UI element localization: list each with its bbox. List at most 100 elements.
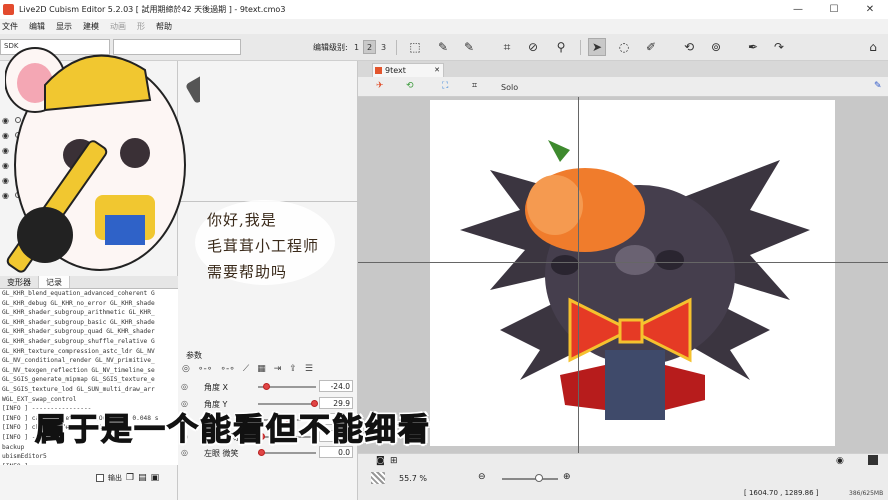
- toolbar-separator: [396, 40, 397, 55]
- legs-shape: [605, 350, 665, 420]
- param-key-icon[interactable]: ◎: [181, 382, 188, 391]
- params-toolbar: ◎ ∘-∘ ∘-∘ ⟋ ▦ ⇥ ⇪ ☰: [180, 362, 356, 376]
- capture-icon[interactable]: ⊞: [390, 456, 398, 466]
- lasso-icon[interactable]: ◌: [615, 38, 633, 56]
- log-line: GL_SGIS_generate_mipmap GL_SGIS_texture_…: [2, 376, 155, 384]
- minimize-button[interactable]: —: [780, 0, 816, 19]
- video-subtitle: 属于是一个能看但不能细看: [34, 411, 431, 448]
- log-line: GL_KHR_blend_equation_advanced_coherent …: [2, 290, 155, 297]
- save-icon[interactable]: ▤: [138, 473, 147, 483]
- edit-level-label: 编辑级别:: [313, 43, 348, 52]
- param-loop-icon[interactable]: ◎: [182, 364, 190, 374]
- param-export-icon[interactable]: ⇪: [289, 364, 297, 374]
- param-keys-icon[interactable]: ∘-∘: [198, 364, 213, 374]
- param-slider-knob[interactable]: [258, 449, 265, 456]
- edit-level-3-button[interactable]: 3: [377, 40, 390, 54]
- log-line: GL_KHR_shader_subgroup_basic GL_KHR_shad…: [2, 318, 155, 326]
- window-controls: — ☐ ✕: [780, 0, 888, 19]
- display-mode-icon[interactable]: ◉: [836, 456, 844, 466]
- view-move-icon[interactable]: ✈: [376, 81, 384, 91]
- title-bar: Live2D Cubism Editor 5.2.03 [ 試用期締於42 天後…: [0, 0, 888, 19]
- mesh-edit-icon[interactable]: ⚲: [552, 38, 570, 56]
- log-line: GL_NV_texgen_reflection GL_NV_timeline_s…: [2, 366, 155, 374]
- viewport-tab[interactable]: 9text ✕: [372, 63, 444, 77]
- log-line: ubismEditor5: [2, 453, 47, 461]
- view-grid-icon[interactable]: ⌗: [472, 81, 477, 91]
- rotate-icon[interactable]: ⟲: [680, 38, 698, 56]
- glue-icon[interactable]: ⊘: [524, 38, 542, 56]
- cubism-editor-window: Live2D Cubism Editor 5.2.03 [ 試用期締於42 天後…: [0, 0, 888, 500]
- output-label: 输出: [108, 474, 122, 482]
- log-line: GL_KHR_texture_compression_astc_ldr GL_N…: [2, 347, 155, 355]
- log-line: GL_KHR_shader_subgroup_quad GL_KHR_shade…: [2, 328, 155, 336]
- cursor-coordinates: [ 1604.70 , 1289.86 ]: [744, 489, 819, 497]
- zoom-out-icon[interactable]: ⊖: [478, 472, 486, 482]
- select-arrow-icon[interactable]: ➤: [588, 38, 606, 56]
- speech-text: 你好,我是 毛茸茸小工程师 需要帮助吗: [207, 207, 327, 285]
- solo-button[interactable]: Solo: [501, 83, 518, 92]
- pin-icon[interactable]: ⊚: [707, 38, 725, 56]
- toolbar-separator-2: [580, 40, 581, 55]
- viewport-toolbar: ✈ ⟲ ⛶ ⌗ Solo ✎: [358, 77, 888, 97]
- log-line: GL_NV_conditional_render GL_NV_primitive…: [2, 357, 155, 365]
- edit-level-2-button[interactable]: 2: [363, 40, 376, 54]
- zoom-slider-knob[interactable]: [535, 474, 543, 482]
- model-file-icon: [375, 67, 382, 74]
- edit-level-1-button[interactable]: 1: [350, 40, 363, 54]
- log-line: [INFO ] --: [2, 462, 178, 465]
- auto-mesh-icon[interactable]: ✎: [434, 38, 452, 56]
- vertical-guide: [578, 97, 579, 453]
- brush-icon[interactable]: ✐: [642, 38, 660, 56]
- copy-icon[interactable]: ❐: [126, 473, 134, 483]
- zoom-in-icon[interactable]: ⊕: [563, 472, 571, 482]
- param-link-icon[interactable]: ⇥: [274, 364, 282, 374]
- view-reset-icon[interactable]: ⟲: [406, 81, 414, 91]
- param-keys2-icon[interactable]: ∘-∘: [220, 364, 235, 374]
- log-line: GL_KHR_shader_subgroup_arithmetic GL_KHR…: [2, 309, 155, 317]
- param-slider-knob[interactable]: [263, 383, 271, 390]
- log-footer: 输出 ❐ ▤ ▣: [0, 468, 178, 488]
- mouse-mascot-sticker: [5, 47, 200, 273]
- model-illustration: [460, 140, 810, 420]
- background-toggle-icon[interactable]: [371, 472, 385, 484]
- zoom-value[interactable]: 55.7 %: [399, 474, 427, 483]
- param-grid-icon[interactable]: ▦: [257, 364, 266, 374]
- speech-line-1: 你好,我是: [207, 211, 277, 229]
- log-line: GL_SGIS_texture_lod GL_SUN_multi_draw_ar…: [2, 385, 155, 393]
- param-value[interactable]: -24.0: [319, 380, 353, 392]
- params-panel-title: 参数: [186, 351, 202, 360]
- layout-icon[interactable]: [868, 455, 878, 465]
- tab-close-icon[interactable]: ✕: [434, 64, 440, 77]
- clear-icon[interactable]: ▣: [151, 473, 160, 483]
- eyedropper-icon[interactable]: ✎: [874, 81, 882, 91]
- speech-line-2: 毛茸茸小工程师: [207, 237, 320, 255]
- log-line: GL_KHR_shader_subgroup_shuffle_relative …: [2, 337, 155, 345]
- zoom-slider[interactable]: [502, 478, 558, 480]
- param-row[interactable]: ◎ 角度 X -24.0: [180, 379, 356, 395]
- window-title: Live2D Cubism Editor 5.2.03 [ 試用期締於42 天後…: [19, 5, 286, 14]
- close-button[interactable]: ✕: [852, 0, 888, 19]
- viewport-tab-label: 9text: [385, 66, 406, 75]
- texture-atlas-icon[interactable]: ⬚: [406, 38, 424, 56]
- curve-icon[interactable]: ↷: [770, 38, 788, 56]
- param-slider[interactable]: [258, 452, 316, 454]
- log-line: GL_KHR_debug GL_KHR_no_error GL_KHR_shad…: [2, 299, 155, 307]
- param-menu-icon[interactable]: ☰: [305, 364, 313, 374]
- auto-mesh-auto-icon[interactable]: ✎: [460, 38, 478, 56]
- view-fit-icon[interactable]: ⛶: [442, 81, 448, 91]
- pen-icon[interactable]: ✒: [744, 38, 762, 56]
- param-name: 角度 X: [204, 383, 229, 392]
- home-icon[interactable]: ⌂: [864, 38, 882, 56]
- output-checkbox[interactable]: [96, 474, 104, 482]
- artboard: [430, 100, 835, 446]
- deformer-icon[interactable]: ⌗: [498, 38, 516, 56]
- camera-icon[interactable]: ◙: [376, 456, 385, 466]
- param-slash-icon[interactable]: ⟋: [243, 364, 249, 374]
- model-canvas[interactable]: [358, 97, 888, 453]
- param-key-icon[interactable]: ◎: [181, 448, 188, 457]
- maximize-button[interactable]: ☐: [816, 0, 852, 19]
- app-logo-icon: [3, 4, 14, 15]
- speech-line-3: 需要帮助吗: [207, 263, 288, 281]
- viewport-tab-bar: 9text ✕: [358, 61, 888, 77]
- param-name: 左眼 微笑: [204, 449, 239, 458]
